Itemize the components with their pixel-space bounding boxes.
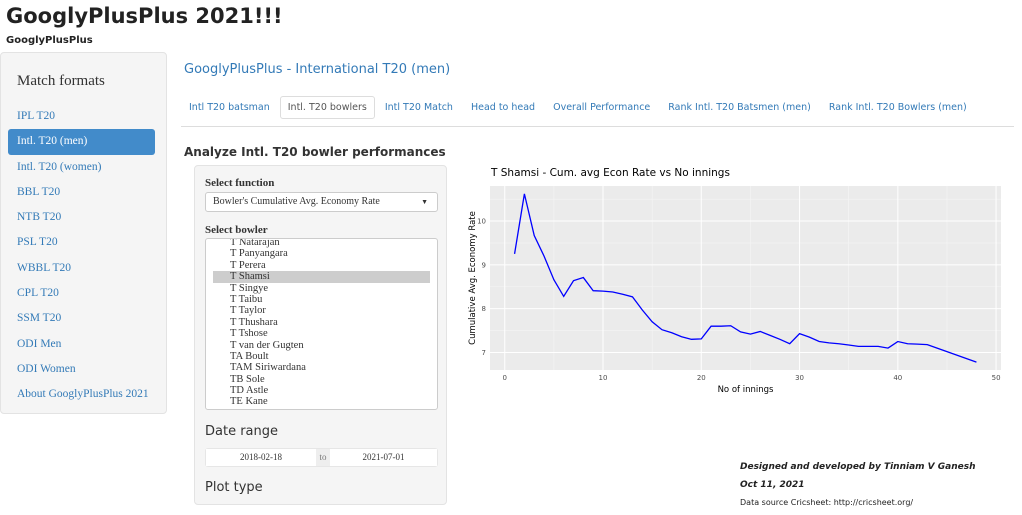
function-value: Bowler's Cumulative Avg. Economy Rate: [213, 196, 380, 207]
date-separator: to: [316, 449, 330, 466]
page-title: GooglyPlusPlus - International T20 (men): [184, 62, 450, 77]
tab[interactable]: Intl. T20 bowlers: [280, 96, 375, 119]
tab[interactable]: Intl T20 Match: [377, 96, 461, 119]
chart-title: T Shamsi - Cum. avg Econ Rate vs No inni…: [490, 167, 730, 179]
sidebar-item[interactable]: IPL T20: [8, 104, 155, 129]
tab[interactable]: Head to head: [463, 96, 543, 119]
bowler-option[interactable]: T Tshose: [213, 328, 430, 339]
caret-down-icon: ▼: [421, 193, 428, 211]
bowler-option[interactable]: T Shamsi: [213, 271, 430, 282]
bowler-option[interactable]: T Thushara: [213, 317, 430, 328]
tab[interactable]: Rank Intl. T20 Bowlers (men): [821, 96, 975, 119]
sidebar-item[interactable]: CPL T20: [8, 281, 155, 306]
sidebar-item[interactable]: Intl. T20 (women): [8, 155, 155, 180]
y-tick-label: 9: [482, 261, 486, 269]
sidebar-item[interactable]: BBL T20: [8, 180, 155, 205]
tab[interactable]: Intl T20 batsman: [181, 96, 278, 119]
bowler-option[interactable]: TE Kane: [213, 396, 430, 407]
app-subtitle: GooglyPlusPlus: [6, 35, 93, 46]
y-tick-label: 7: [482, 349, 486, 357]
controls-panel: Select function Bowler's Cumulative Avg.…: [194, 165, 447, 505]
bowler-label: Select bowler: [205, 224, 268, 236]
x-tick-label: 20: [697, 374, 706, 382]
date-text: Oct 11, 2021: [740, 480, 976, 490]
sidebar-item[interactable]: About GooglyPlusPlus 2021: [8, 382, 155, 407]
plot-background: [490, 186, 1001, 370]
x-tick-label: 10: [599, 374, 608, 382]
function-label: Select function: [205, 177, 274, 189]
sidebar-item[interactable]: ODI Men: [8, 332, 155, 357]
x-tick-label: 30: [795, 374, 804, 382]
sidebar-item[interactable]: Intl. T20 (men): [8, 129, 155, 154]
sidebar-item[interactable]: WBBL T20: [8, 256, 155, 281]
credit-text: Designed and developed by Tinniam V Gane…: [740, 462, 976, 472]
y-tick-label: 8: [482, 305, 486, 313]
bowler-option[interactable]: TA Boult: [213, 351, 430, 362]
bowler-listbox[interactable]: T NatarajanT PanyangaraT PereraT ShamsiT…: [205, 238, 438, 410]
economy-rate-chart: 0 10 20 30 40 50 7 8 9 10 T Shamsi - Cum. avg Econ…: [460, 160, 1005, 400]
sidebar-item[interactable]: SSM T20: [8, 306, 155, 331]
bowler-option[interactable]: T Natarajan: [213, 238, 430, 248]
tab[interactable]: Rank Intl. T20 Batsmen (men): [660, 96, 819, 119]
sidebar-item[interactable]: ODI Women: [8, 357, 155, 382]
bowler-option[interactable]: TAM Siriwardana: [213, 362, 430, 373]
tab-bar: Intl T20 batsmanIntl. T20 bowlersIntl T2…: [181, 96, 1014, 127]
bowler-option[interactable]: TD Astle: [213, 385, 430, 396]
bowler-option[interactable]: TB Sole: [213, 374, 430, 385]
bowler-option[interactable]: T Taylor: [213, 305, 430, 316]
x-tick-label: 0: [503, 374, 507, 382]
x-axis-label: No of innings: [718, 385, 774, 395]
tab[interactable]: Overall Performance: [545, 96, 658, 119]
sidebar-item[interactable]: PSL T20: [8, 230, 155, 255]
sidebar-heading: Match formats: [17, 73, 166, 90]
x-tick-label: 50: [992, 374, 1001, 382]
sidebar-list: IPL T20Intl. T20 (men)Intl. T20 (women)B…: [1, 104, 166, 408]
date-to-input[interactable]: 2021-07-01: [330, 449, 437, 466]
bowler-option[interactable]: T Panyangara: [213, 248, 430, 259]
bowler-option[interactable]: T Singye: [213, 283, 430, 294]
y-tick-label: 10: [477, 218, 486, 226]
y-axis-label: Cumulative Avg. Economy Rate: [468, 211, 478, 345]
footer: Designed and developed by Tinniam V Gane…: [740, 462, 976, 515]
section-heading: Analyze Intl. T20 bowler performances: [184, 145, 446, 159]
x-tick-label: 40: [893, 374, 902, 382]
bowler-option[interactable]: T Taibu: [213, 294, 430, 305]
date-range-label: Date range: [205, 424, 278, 439]
data-source-text: Data source Cricsheet: http://cricsheet.…: [740, 498, 976, 507]
date-range-input: 2018-02-18 to 2021-07-01: [205, 448, 438, 467]
function-select[interactable]: Bowler's Cumulative Avg. Economy Rate ▼: [205, 192, 438, 212]
date-from-input[interactable]: 2018-02-18: [206, 449, 316, 466]
plot-type-label: Plot type: [205, 480, 263, 495]
app-title: GooglyPlusPlus 2021!!!: [6, 4, 283, 28]
bowler-option[interactable]: T Perera: [213, 260, 430, 271]
sidebar: Match formats IPL T20Intl. T20 (men)Intl…: [0, 52, 167, 414]
bowler-option[interactable]: T van der Gugten: [213, 340, 430, 351]
sidebar-item[interactable]: NTB T20: [8, 205, 155, 230]
